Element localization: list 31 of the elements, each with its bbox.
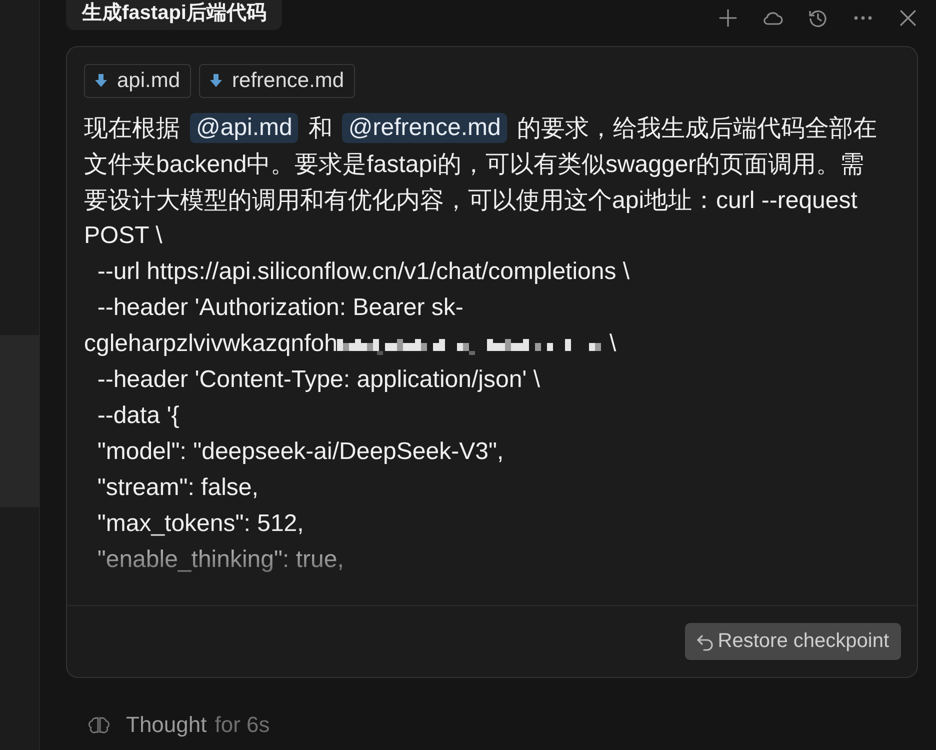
prompt-text: 文件夹backend中。要求是fastapi的，可以有类似swagger的页面调用。需 [84, 150, 864, 180]
attachment-name: api.md [117, 69, 180, 93]
brain-icon [88, 715, 112, 735]
prompt-text: 的要求，给我生成后端代码全部在 [516, 114, 877, 144]
prompt-text: "model": "deepseek-ai/DeepSeek-V3", [96, 438, 504, 466]
prompt-text: "enable_thinking": true, [96, 546, 344, 574]
prompt-text: "max_tokens": 512, [96, 510, 304, 538]
more-icon [854, 16, 872, 20]
thought-label: Thought [126, 712, 207, 738]
file-mention[interactable]: @api.md [190, 113, 298, 143]
attachment-chip[interactable]: refrence.md [199, 64, 356, 98]
attachment-name: refrence.md [232, 69, 344, 93]
thought-duration: for 6s [214, 712, 270, 738]
download-arrow-icon [210, 74, 222, 88]
download-arrow-icon [95, 74, 107, 88]
plus-icon [717, 7, 739, 29]
restore-checkpoint-button[interactable]: Restore checkpoint [684, 623, 901, 660]
prompt-text: 和 [308, 114, 332, 144]
prompt-text: --data '{ [96, 402, 180, 430]
chat-title: 生成fastapi后端代码 [66, 0, 282, 30]
prompt-text: --header 'Content-Type: application/json' \ [96, 366, 540, 394]
prompt-text: 现在根据 [84, 114, 180, 144]
prompt-text: POST \ [84, 222, 162, 250]
file-mention[interactable]: @refrence.md [342, 113, 507, 143]
prompt-text: 要设计大模型的调用和有优化内容，可以使用这个api地址：curl --request [84, 186, 858, 216]
prompt-text: \ [609, 330, 616, 358]
prompt-text: cgleharpzlvivwkazqnfoh [84, 330, 338, 358]
prompt-text: --header 'Authorization: Bearer sk- [96, 294, 464, 322]
prompt-text: --url https://api.siliconflow.cn/v1/chat/completions \ [96, 258, 630, 286]
attachment-chip[interactable]: api.md [84, 64, 192, 98]
prompt-text: "stream": false, [96, 474, 258, 502]
